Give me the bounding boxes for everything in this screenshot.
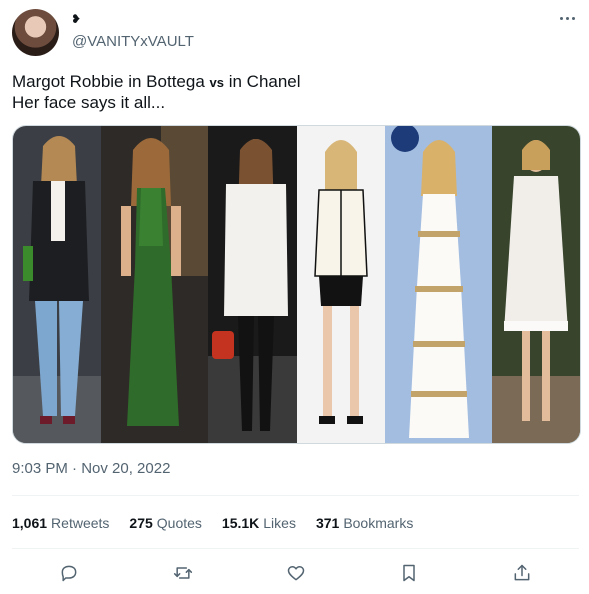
tweet-text-line2: Her face says it all...: [12, 93, 166, 112]
more-options-button[interactable]: [554, 10, 580, 26]
retweet-button[interactable]: [170, 560, 196, 586]
divider-top: [12, 495, 579, 496]
tweet-text: Margot Robbie in Bottega vs in Chanel He…: [12, 72, 572, 113]
handle[interactable]: @VANITYxVAULT: [72, 33, 194, 50]
tweet-media[interactable]: [12, 125, 581, 444]
timestamp[interactable]: 9:03 PM · Nov 20, 2022: [12, 460, 170, 477]
engagement-stats: 1,061 Retweets 275 Quotes 15.1K Likes 371 Bo…: [12, 515, 413, 531]
tweet-text-line1: Margot Robbie in Bottega vs in Chanel: [12, 72, 301, 91]
reply-button[interactable]: [56, 560, 82, 586]
display-name[interactable]: ❥: [71, 13, 81, 25]
bookmarks-stat[interactable]: 371 Bookmarks: [316, 515, 413, 531]
photo-bottega-blazer[interactable]: [13, 126, 101, 443]
photo-chanel-striped-gown[interactable]: [385, 126, 492, 443]
avatar[interactable]: [12, 9, 59, 56]
like-icon: [287, 566, 305, 581]
photo-chanel-tweed-dress[interactable]: [492, 126, 580, 443]
retweets-stat[interactable]: 1,061 Retweets: [12, 515, 109, 531]
bookmark-button[interactable]: [396, 560, 422, 586]
more-icon: [559, 16, 563, 20]
photo-chanel-cream-jacket[interactable]: [297, 126, 385, 443]
photo-bottega-white-shirt[interactable]: [208, 126, 297, 443]
divider-bottom: [12, 548, 579, 549]
retweet-icon: [173, 567, 193, 579]
quotes-stat[interactable]: 275 Quotes: [129, 515, 202, 531]
like-button[interactable]: [283, 560, 309, 586]
share-button[interactable]: [509, 560, 535, 586]
photo-bottega-green-gown[interactable]: [101, 126, 208, 443]
share-icon: [514, 564, 530, 581]
bookmark-icon: [403, 564, 415, 582]
reply-icon: [61, 565, 77, 582]
likes-stat[interactable]: 15.1K Likes: [222, 515, 296, 531]
action-bar: [0, 560, 589, 586]
